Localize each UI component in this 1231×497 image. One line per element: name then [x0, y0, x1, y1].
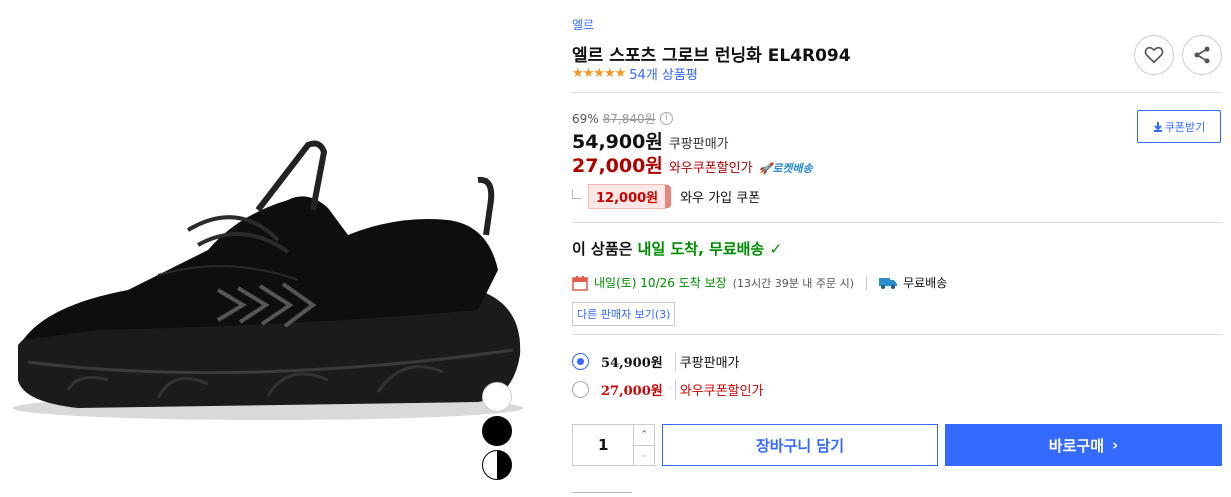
heart-icon: [1144, 46, 1164, 64]
quantity-input[interactable]: 1: [573, 425, 633, 465]
separator: [866, 275, 868, 290]
add-to-cart-button[interactable]: 장바구니 담기: [662, 424, 938, 466]
option-price: 27,000원: [601, 384, 663, 399]
chevron-right-icon: ›: [1112, 436, 1119, 454]
divider: [572, 492, 632, 493]
sale-price-label: 쿠팡판매가: [668, 137, 729, 152]
discount-row: 69% 87,840원 i: [572, 110, 673, 127]
color-swatch-black-white[interactable]: [482, 450, 512, 480]
star-rating: ★★★★★: [572, 66, 626, 81]
calendar-icon: [572, 275, 588, 291]
delivery-detail: 내일(토) 10/26 도착 보장 (13시간 39분 내 주문 시) 무료배송: [572, 274, 947, 291]
option-label: 쿠팡판매가: [674, 352, 740, 371]
original-price: 87,840원: [602, 112, 656, 126]
free-shipping-label: 무료배송: [903, 276, 948, 290]
delivery-highlight: 내일 도착, 무료배송: [637, 240, 765, 258]
radio-selected[interactable]: [572, 353, 589, 370]
arrival-date: 내일(토) 10/26 도착 보장: [594, 276, 727, 290]
rocket-delivery-badge: 🚀로켓배송: [758, 162, 813, 175]
info-icon[interactable]: i: [659, 112, 673, 125]
option-label: 와우쿠폰할인가: [674, 380, 763, 399]
product-title: 엘르 스포츠 그로브 런닝화 EL4R094: [572, 46, 851, 66]
other-sellers-button[interactable]: 다른 판매자 보기(3): [572, 302, 676, 326]
delivery-prefix: 이 상품은: [572, 240, 633, 258]
check-icon: ✓: [769, 240, 783, 258]
coupon-download-button[interactable]: 쿠폰받기: [1137, 110, 1221, 143]
coupon-row: 12,000원 와우 가입 쿠폰: [572, 184, 760, 209]
price-option[interactable]: 54,900원 쿠팡판매가: [572, 352, 740, 371]
wow-price: 27,000원: [572, 155, 663, 177]
sale-price-row: 54,900원 쿠팡판매가: [572, 127, 729, 154]
truck-icon: [879, 277, 898, 289]
buy-now-label: 바로구매: [1048, 436, 1104, 455]
price-option[interactable]: 27,000원 와우쿠폰할인가: [572, 380, 763, 399]
divider: [572, 334, 1222, 335]
wow-price-row: 27,000원 와우쿠폰할인가 🚀로켓배송: [572, 151, 813, 178]
option-price: 54,900원: [601, 356, 663, 371]
quantity-down-button[interactable]: ⌄: [634, 444, 654, 466]
sale-price: 54,900원: [572, 131, 663, 153]
share-icon: [1194, 46, 1210, 64]
discount-rate: 69%: [572, 111, 599, 126]
quantity-up-button[interactable]: ⌃: [634, 425, 654, 445]
corner-icon: [572, 188, 582, 199]
brand-link[interactable]: 엘르: [572, 16, 594, 33]
color-swatch-white[interactable]: [482, 382, 512, 412]
coupon-amount-tag: 12,000원: [588, 184, 672, 209]
color-swatch-black[interactable]: [482, 416, 512, 446]
rating-row[interactable]: ★★★★★ 54개 상품평: [572, 64, 698, 83]
wow-price-label: 와우쿠폰할인가: [668, 161, 753, 176]
radio-unselected[interactable]: [572, 381, 589, 398]
review-count-link[interactable]: 54개 상품평: [629, 64, 698, 83]
quantity-stepper[interactable]: 1 ⌃ ⌄: [572, 424, 655, 466]
rocket-label: 로켓배송: [772, 162, 813, 175]
product-image: [13, 140, 523, 420]
download-icon: [1153, 121, 1162, 132]
coupon-label: 와우 가입 쿠폰: [680, 191, 761, 206]
coupon-download-label: 쿠폰받기: [1164, 120, 1206, 134]
divider: [572, 222, 1222, 223]
share-button[interactable]: [1182, 35, 1222, 75]
delivery-headline: 이 상품은 내일 도착, 무료배송 ✓: [572, 238, 782, 259]
buy-now-button[interactable]: 바로구매 ›: [945, 424, 1222, 466]
divider: [572, 92, 1222, 93]
order-deadline: (13시간 39분 내 주문 시): [732, 276, 855, 290]
quantity-arrows: ⌃ ⌄: [633, 425, 654, 465]
wishlist-button[interactable]: [1134, 35, 1174, 75]
